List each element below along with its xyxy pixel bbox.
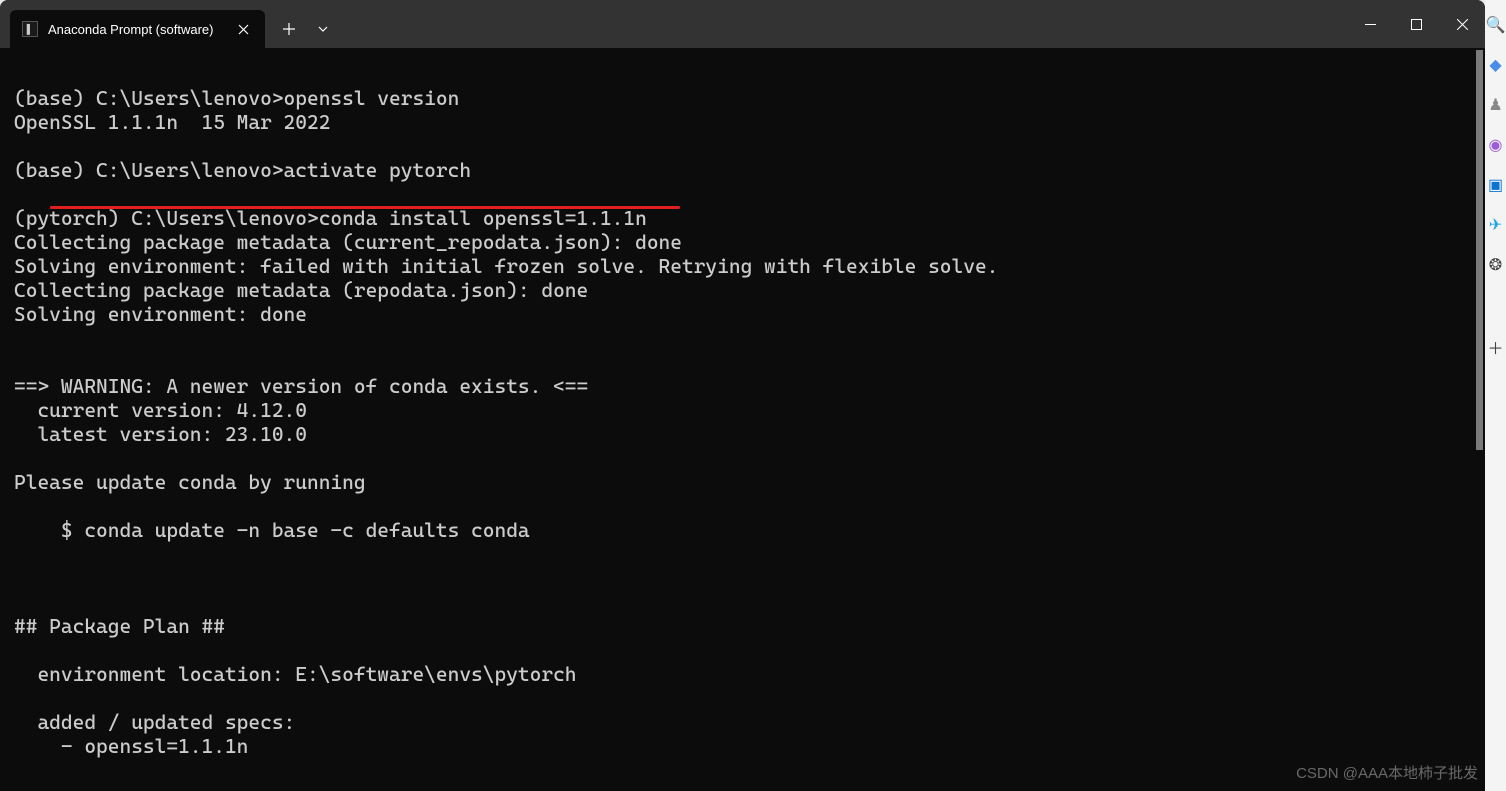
tab-title: Anaconda Prompt (software): [48, 22, 213, 37]
terminal-line: (pytorch) C:\Users\lenovo>conda install …: [14, 206, 647, 230]
terminal-line: latest version: 23.10.0: [14, 422, 307, 446]
paper-plane-icon[interactable]: ✈: [1487, 216, 1505, 234]
terminal-line: Collecting package metadata (current_rep…: [14, 230, 682, 254]
terminal-line: Collecting package metadata (repodata.js…: [14, 278, 588, 302]
close-button[interactable]: [1439, 6, 1485, 42]
red-underline-annotation: [50, 206, 680, 209]
cube-icon[interactable]: ◆: [1487, 56, 1505, 74]
terminal-line: OpenSSL 1.1.1n 15 Mar 2022: [14, 110, 330, 134]
scrollbar-thumb[interactable]: [1476, 50, 1483, 450]
edge-sidebar: 🔍 ◆ ♟ ◉ ▣ ✈ ❂ ＋: [1485, 0, 1506, 791]
terminal-app-icon: ▌: [22, 21, 38, 37]
titlebar[interactable]: ▌ Anaconda Prompt (software): [0, 0, 1485, 48]
terminal-window: ▌ Anaconda Prompt (software): [0, 0, 1485, 791]
window-controls: [1347, 0, 1485, 48]
minimize-button[interactable]: [1347, 6, 1393, 42]
terminal-line: Solving environment: failed with initial…: [14, 254, 998, 278]
maximize-button[interactable]: [1393, 6, 1439, 42]
terminal-content[interactable]: (base) C:\Users\lenovo>openssl version O…: [0, 48, 1485, 791]
terminal-line: current version: 4.12.0: [14, 398, 307, 422]
plus-icon[interactable]: ＋: [1487, 338, 1505, 356]
terminal-line: ==> WARNING: A newer version of conda ex…: [14, 374, 588, 398]
watermark-text: CSDN @AAA本地柿子批发: [1296, 762, 1478, 783]
outlook-icon[interactable]: ▣: [1487, 176, 1505, 194]
search-icon[interactable]: 🔍: [1487, 16, 1505, 34]
tab-dropdown-button[interactable]: [307, 10, 339, 48]
terminal-line: added / updated specs:: [14, 710, 295, 734]
terminal-line: (base) C:\Users\lenovo>openssl version: [14, 86, 459, 110]
tab-close-button[interactable]: [233, 19, 253, 39]
terminal-line: $ conda update -n base -c defaults conda: [14, 518, 530, 542]
openai-icon[interactable]: ❂: [1487, 256, 1505, 274]
terminal-line: (base) C:\Users\lenovo>activate pytorch: [14, 158, 471, 182]
new-tab-button[interactable]: [271, 10, 307, 48]
terminal-line: - openssl=1.1.1n: [14, 734, 248, 758]
terminal-line: environment location: E:\software\envs\p…: [14, 662, 577, 686]
terminal-line: ## Package Plan ##: [14, 614, 225, 638]
chat-icon[interactable]: ◉: [1487, 136, 1505, 154]
copilot-icon[interactable]: ♟: [1487, 96, 1505, 114]
tab-area: ▌ Anaconda Prompt (software): [0, 0, 1347, 48]
terminal-line: Solving environment: done: [14, 302, 307, 326]
tab-active[interactable]: ▌ Anaconda Prompt (software): [10, 10, 265, 48]
terminal-line: Please update conda by running: [14, 470, 366, 494]
